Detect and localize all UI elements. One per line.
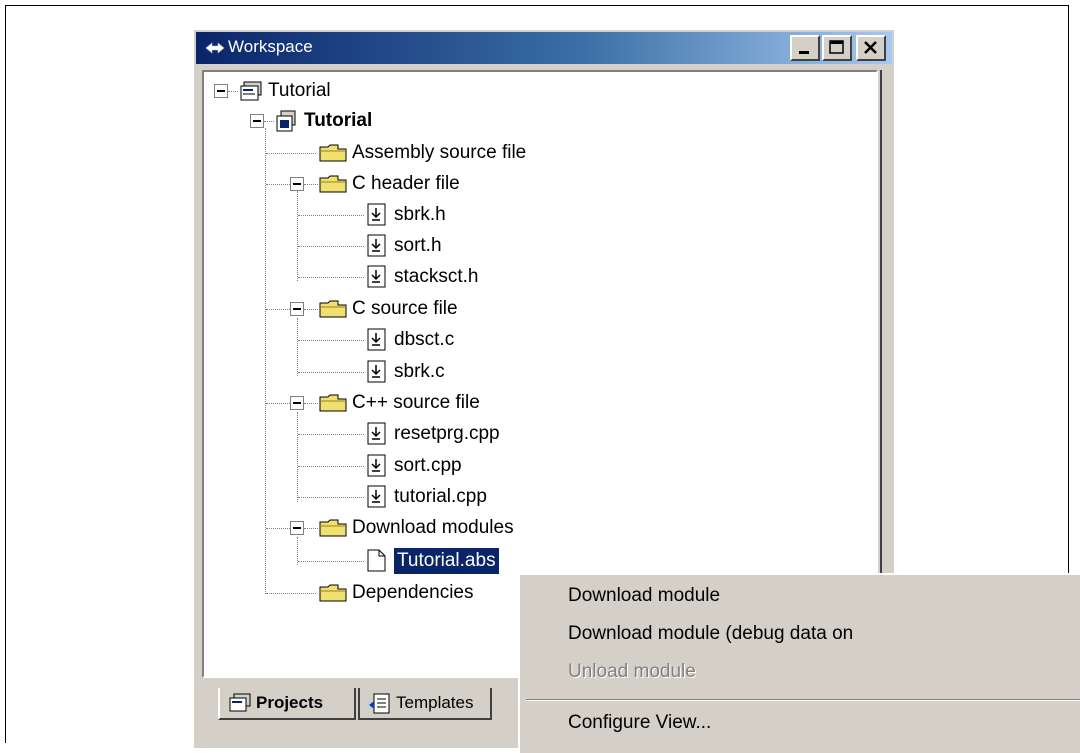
file-icon	[367, 265, 386, 288]
tab-label: Projects	[256, 693, 324, 712]
tree-item-label: Tutorial	[268, 80, 331, 101]
tree-item-file[interactable]: tutorial.cpp	[298, 482, 698, 512]
folder-icon	[319, 300, 347, 318]
collapse-toggle[interactable]	[290, 521, 304, 535]
projects-tab-icon	[229, 693, 251, 712]
menu-item-download-module-debug[interactable]: Download module (debug data on	[568, 623, 853, 645]
tree-item-folder[interactable]: Assembly source file	[266, 138, 666, 168]
tree-line	[304, 403, 318, 404]
file-icon	[367, 454, 386, 477]
tree-line	[298, 434, 364, 435]
workspace-app-icon	[205, 42, 225, 54]
tree-item-label: C header file	[352, 173, 460, 194]
tree-line	[304, 184, 318, 185]
tree-item-label: Assembly source file	[352, 142, 527, 163]
tree-item-label: Tutorial.abs	[393, 547, 500, 575]
tree-item-file[interactable]: stacksct.h	[298, 262, 698, 292]
tree-line	[264, 121, 274, 122]
tree-line	[298, 215, 364, 216]
tab-label: Templates	[396, 693, 474, 712]
close-button[interactable]	[856, 35, 886, 61]
menu-item-configure-view[interactable]: Configure View...	[568, 712, 711, 734]
tree-item-file[interactable]: sort.cpp	[298, 451, 698, 481]
tree-line	[298, 561, 364, 562]
tree-item-label: sbrk.h	[394, 204, 446, 225]
tab-projects[interactable]: Projects	[218, 688, 356, 720]
tree-line	[266, 403, 290, 404]
tree-item-file[interactable]: dbsct.c	[298, 325, 698, 355]
minimize-icon	[799, 51, 809, 54]
tree-line	[298, 340, 364, 341]
collapse-toggle[interactable]	[290, 177, 304, 191]
file-icon	[367, 485, 386, 508]
folder-icon	[319, 144, 347, 162]
title-bar[interactable]: Workspace	[196, 32, 892, 64]
tree-line	[266, 309, 290, 310]
tree-line	[228, 91, 238, 92]
module-icon	[367, 549, 386, 572]
file-icon	[367, 203, 386, 226]
tree-line	[298, 372, 364, 373]
folder-icon	[319, 519, 347, 537]
file-icon	[367, 328, 386, 351]
tree-item-folder[interactable]: C++ source file	[266, 388, 666, 418]
tree-item-folder[interactable]: C source file	[266, 294, 666, 324]
tree-line	[298, 497, 364, 498]
collapse-toggle[interactable]	[290, 396, 304, 410]
collapse-toggle[interactable]	[214, 84, 228, 98]
tree-item-project[interactable]: Tutorial	[250, 106, 550, 136]
menu-separator	[526, 699, 1080, 701]
tree-item-file[interactable]: sort.h	[298, 231, 698, 261]
close-icon	[864, 41, 877, 54]
folder-icon	[319, 175, 347, 193]
tree-line	[266, 184, 290, 185]
menu-item-unload-module: Unload module	[568, 661, 696, 682]
tree-item-label: sort.cpp	[394, 455, 462, 476]
tree-line	[304, 528, 318, 529]
maximize-icon	[829, 40, 844, 54]
tree-item-label: C source file	[352, 298, 458, 319]
tree-line	[266, 528, 290, 529]
tree-item-label: Dependencies	[352, 582, 474, 603]
tree-item-module[interactable]: Tutorial.abs	[298, 546, 598, 576]
file-icon	[367, 360, 386, 383]
tree-item-workspace[interactable]: Tutorial	[214, 76, 514, 106]
tree-item-label: C++ source file	[352, 392, 480, 413]
tree-item-folder[interactable]: Download modules	[266, 513, 666, 543]
file-icon	[367, 234, 386, 257]
tree-item-label: sort.h	[394, 235, 442, 256]
menu-item-download-module[interactable]: Download module	[568, 585, 720, 607]
tree-line	[266, 593, 316, 594]
tree-item-label: resetprg.cpp	[394, 423, 500, 444]
tree-line	[298, 277, 364, 278]
tree-item-label: dbsct.c	[394, 329, 455, 350]
tree-item-label: tutorial.cpp	[394, 486, 487, 507]
tree-item-label: sbrk.c	[394, 361, 445, 382]
tree-line	[298, 246, 364, 247]
templates-tab-icon	[369, 693, 390, 714]
tree-line	[266, 153, 316, 154]
tree-line	[304, 309, 318, 310]
context-menu: Download module Download module (debug d…	[518, 573, 1080, 753]
window-title: Workspace	[228, 37, 313, 56]
tab-templates[interactable]: Templates	[358, 688, 492, 720]
tree-item-folder[interactable]: C header file	[266, 169, 666, 199]
tree-item-file[interactable]: resetprg.cpp	[298, 419, 698, 449]
tree-item-file[interactable]: sbrk.h	[298, 200, 698, 230]
tree-item-file[interactable]: sbrk.c	[298, 357, 698, 387]
tree-item-label: Download modules	[352, 517, 514, 538]
tree-line	[298, 466, 364, 467]
file-icon	[367, 422, 386, 445]
folder-icon	[319, 394, 347, 412]
minimize-button[interactable]	[790, 35, 820, 61]
folder-icon	[319, 584, 347, 602]
project-icon	[276, 110, 296, 132]
tree-item-label: Tutorial	[304, 110, 373, 131]
tree-item-label: stacksct.h	[394, 266, 479, 287]
collapse-toggle[interactable]	[290, 302, 304, 316]
workspace-icon	[240, 81, 262, 101]
maximize-button[interactable]	[822, 35, 852, 61]
collapse-toggle[interactable]	[250, 114, 264, 128]
